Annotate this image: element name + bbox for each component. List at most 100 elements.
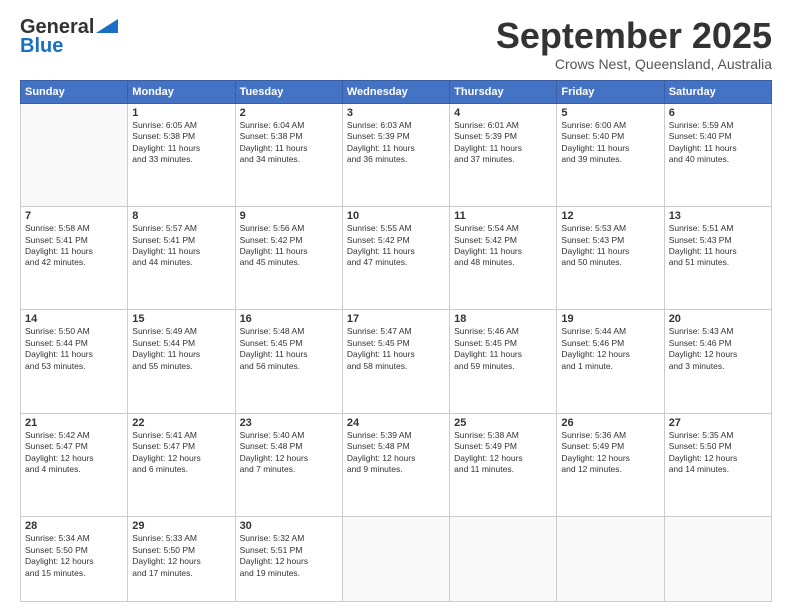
cell-date-number: 9 xyxy=(240,210,338,222)
calendar-table: Sunday Monday Tuesday Wednesday Thursday… xyxy=(20,80,772,602)
table-row xyxy=(450,517,557,602)
col-thursday: Thursday xyxy=(450,80,557,103)
logo-icon xyxy=(96,19,118,33)
table-row: 7Sunrise: 5:58 AMSunset: 5:41 PMDaylight… xyxy=(21,207,128,310)
cell-info-text: Sunrise: 5:32 AMSunset: 5:51 PMDaylight:… xyxy=(240,533,338,579)
cell-date-number: 18 xyxy=(454,313,552,325)
cell-info-text: Sunrise: 5:42 AMSunset: 5:47 PMDaylight:… xyxy=(25,430,123,476)
logo-blue: Blue xyxy=(20,35,63,58)
table-row: 2Sunrise: 6:04 AMSunset: 5:38 PMDaylight… xyxy=(235,103,342,206)
cell-info-text: Sunrise: 5:39 AMSunset: 5:48 PMDaylight:… xyxy=(347,430,445,476)
table-row: 27Sunrise: 5:35 AMSunset: 5:50 PMDayligh… xyxy=(664,413,771,516)
calendar-week-row: 1Sunrise: 6:05 AMSunset: 5:38 PMDaylight… xyxy=(21,103,772,206)
table-row: 18Sunrise: 5:46 AMSunset: 5:45 PMDayligh… xyxy=(450,310,557,413)
cell-date-number: 17 xyxy=(347,313,445,325)
table-row: 30Sunrise: 5:32 AMSunset: 5:51 PMDayligh… xyxy=(235,517,342,602)
cell-info-text: Sunrise: 6:05 AMSunset: 5:38 PMDaylight:… xyxy=(132,120,230,166)
table-row: 29Sunrise: 5:33 AMSunset: 5:50 PMDayligh… xyxy=(128,517,235,602)
cell-date-number: 16 xyxy=(240,313,338,325)
cell-info-text: Sunrise: 5:40 AMSunset: 5:48 PMDaylight:… xyxy=(240,430,338,476)
table-row: 28Sunrise: 5:34 AMSunset: 5:50 PMDayligh… xyxy=(21,517,128,602)
logo: General Blue xyxy=(20,16,118,58)
table-row: 12Sunrise: 5:53 AMSunset: 5:43 PMDayligh… xyxy=(557,207,664,310)
table-row: 5Sunrise: 6:00 AMSunset: 5:40 PMDaylight… xyxy=(557,103,664,206)
cell-date-number: 22 xyxy=(132,417,230,429)
cell-info-text: Sunrise: 5:41 AMSunset: 5:47 PMDaylight:… xyxy=(132,430,230,476)
table-row: 4Sunrise: 6:01 AMSunset: 5:39 PMDaylight… xyxy=(450,103,557,206)
title-block: September 2025 Crows Nest, Queensland, A… xyxy=(496,16,772,72)
cell-info-text: Sunrise: 5:57 AMSunset: 5:41 PMDaylight:… xyxy=(132,223,230,269)
cell-date-number: 10 xyxy=(347,210,445,222)
table-row: 3Sunrise: 6:03 AMSunset: 5:39 PMDaylight… xyxy=(342,103,449,206)
cell-date-number: 5 xyxy=(561,107,659,119)
cell-info-text: Sunrise: 5:36 AMSunset: 5:49 PMDaylight:… xyxy=(561,430,659,476)
calendar-week-row: 14Sunrise: 5:50 AMSunset: 5:44 PMDayligh… xyxy=(21,310,772,413)
cell-date-number: 29 xyxy=(132,520,230,532)
table-row: 15Sunrise: 5:49 AMSunset: 5:44 PMDayligh… xyxy=(128,310,235,413)
page: General Blue September 2025 Crows Nest, … xyxy=(0,0,792,612)
cell-date-number: 14 xyxy=(25,313,123,325)
cell-info-text: Sunrise: 5:48 AMSunset: 5:45 PMDaylight:… xyxy=(240,326,338,372)
col-monday: Monday xyxy=(128,80,235,103)
cell-info-text: Sunrise: 5:50 AMSunset: 5:44 PMDaylight:… xyxy=(25,326,123,372)
table-row: 10Sunrise: 5:55 AMSunset: 5:42 PMDayligh… xyxy=(342,207,449,310)
cell-date-number: 21 xyxy=(25,417,123,429)
cell-info-text: Sunrise: 5:43 AMSunset: 5:46 PMDaylight:… xyxy=(669,326,767,372)
cell-info-text: Sunrise: 5:46 AMSunset: 5:45 PMDaylight:… xyxy=(454,326,552,372)
cell-info-text: Sunrise: 5:33 AMSunset: 5:50 PMDaylight:… xyxy=(132,533,230,579)
cell-date-number: 12 xyxy=(561,210,659,222)
cell-info-text: Sunrise: 5:44 AMSunset: 5:46 PMDaylight:… xyxy=(561,326,659,372)
cell-info-text: Sunrise: 5:47 AMSunset: 5:45 PMDaylight:… xyxy=(347,326,445,372)
table-row: 16Sunrise: 5:48 AMSunset: 5:45 PMDayligh… xyxy=(235,310,342,413)
cell-date-number: 20 xyxy=(669,313,767,325)
cell-info-text: Sunrise: 6:03 AMSunset: 5:39 PMDaylight:… xyxy=(347,120,445,166)
cell-info-text: Sunrise: 5:59 AMSunset: 5:40 PMDaylight:… xyxy=(669,120,767,166)
cell-date-number: 1 xyxy=(132,107,230,119)
cell-date-number: 24 xyxy=(347,417,445,429)
cell-info-text: Sunrise: 6:04 AMSunset: 5:38 PMDaylight:… xyxy=(240,120,338,166)
cell-date-number: 19 xyxy=(561,313,659,325)
table-row: 22Sunrise: 5:41 AMSunset: 5:47 PMDayligh… xyxy=(128,413,235,516)
table-row: 11Sunrise: 5:54 AMSunset: 5:42 PMDayligh… xyxy=(450,207,557,310)
calendar-week-row: 28Sunrise: 5:34 AMSunset: 5:50 PMDayligh… xyxy=(21,517,772,602)
table-row: 17Sunrise: 5:47 AMSunset: 5:45 PMDayligh… xyxy=(342,310,449,413)
calendar-week-row: 7Sunrise: 5:58 AMSunset: 5:41 PMDaylight… xyxy=(21,207,772,310)
table-row: 20Sunrise: 5:43 AMSunset: 5:46 PMDayligh… xyxy=(664,310,771,413)
cell-info-text: Sunrise: 5:49 AMSunset: 5:44 PMDaylight:… xyxy=(132,326,230,372)
table-row: 1Sunrise: 6:05 AMSunset: 5:38 PMDaylight… xyxy=(128,103,235,206)
col-tuesday: Tuesday xyxy=(235,80,342,103)
table-row xyxy=(342,517,449,602)
location-subtitle: Crows Nest, Queensland, Australia xyxy=(496,56,772,72)
cell-date-number: 2 xyxy=(240,107,338,119)
cell-date-number: 26 xyxy=(561,417,659,429)
col-saturday: Saturday xyxy=(664,80,771,103)
table-row: 24Sunrise: 5:39 AMSunset: 5:48 PMDayligh… xyxy=(342,413,449,516)
cell-date-number: 30 xyxy=(240,520,338,532)
table-row: 14Sunrise: 5:50 AMSunset: 5:44 PMDayligh… xyxy=(21,310,128,413)
cell-date-number: 13 xyxy=(669,210,767,222)
calendar-week-row: 21Sunrise: 5:42 AMSunset: 5:47 PMDayligh… xyxy=(21,413,772,516)
calendar-header-row: Sunday Monday Tuesday Wednesday Thursday… xyxy=(21,80,772,103)
cell-date-number: 28 xyxy=(25,520,123,532)
cell-info-text: Sunrise: 5:54 AMSunset: 5:42 PMDaylight:… xyxy=(454,223,552,269)
cell-date-number: 8 xyxy=(132,210,230,222)
table-row: 19Sunrise: 5:44 AMSunset: 5:46 PMDayligh… xyxy=(557,310,664,413)
cell-info-text: Sunrise: 5:56 AMSunset: 5:42 PMDaylight:… xyxy=(240,223,338,269)
header: General Blue September 2025 Crows Nest, … xyxy=(20,16,772,72)
col-friday: Friday xyxy=(557,80,664,103)
table-row: 21Sunrise: 5:42 AMSunset: 5:47 PMDayligh… xyxy=(21,413,128,516)
col-wednesday: Wednesday xyxy=(342,80,449,103)
cell-info-text: Sunrise: 5:53 AMSunset: 5:43 PMDaylight:… xyxy=(561,223,659,269)
cell-info-text: Sunrise: 5:35 AMSunset: 5:50 PMDaylight:… xyxy=(669,430,767,476)
cell-date-number: 25 xyxy=(454,417,552,429)
cell-date-number: 11 xyxy=(454,210,552,222)
cell-date-number: 7 xyxy=(25,210,123,222)
table-row xyxy=(21,103,128,206)
cell-info-text: Sunrise: 6:00 AMSunset: 5:40 PMDaylight:… xyxy=(561,120,659,166)
table-row: 26Sunrise: 5:36 AMSunset: 5:49 PMDayligh… xyxy=(557,413,664,516)
month-title: September 2025 xyxy=(496,16,772,56)
cell-date-number: 3 xyxy=(347,107,445,119)
cell-date-number: 4 xyxy=(454,107,552,119)
cell-info-text: Sunrise: 5:51 AMSunset: 5:43 PMDaylight:… xyxy=(669,223,767,269)
cell-date-number: 27 xyxy=(669,417,767,429)
